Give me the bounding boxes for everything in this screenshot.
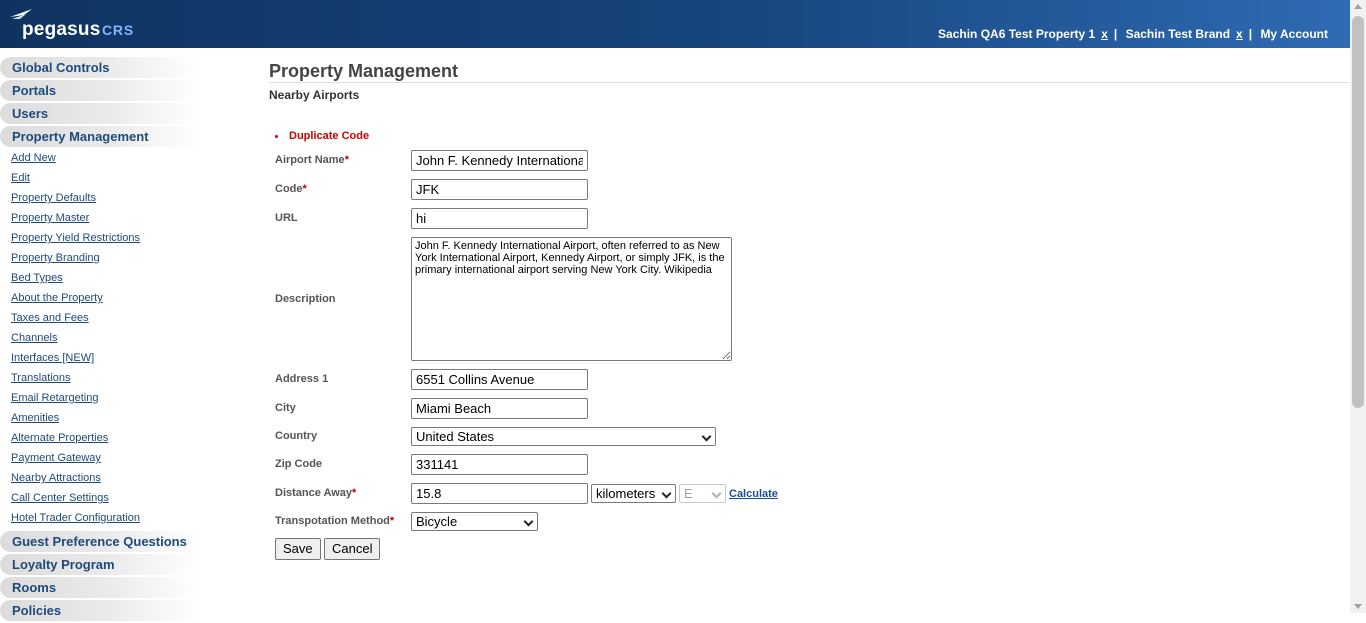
code-label: Code* (275, 183, 307, 195)
sidebar-link-translations[interactable]: Translations (11, 371, 200, 391)
sidebar-link-email-retargeting[interactable]: Email Retargeting (11, 391, 200, 411)
country-label: Country (275, 430, 318, 442)
sidebar-guest-preference-questions[interactable]: Guest Preference Questions (0, 531, 200, 552)
my-account-link[interactable]: My Account (1260, 27, 1328, 41)
transport-select[interactable]: Bicycle (411, 512, 538, 531)
sidebar-users[interactable]: Users (0, 103, 200, 124)
vertical-scrollbar[interactable] (1350, 0, 1366, 613)
country-select[interactable]: United States (411, 427, 716, 446)
required-mark: * (352, 487, 357, 499)
airport-name-label-text: Airport Name (275, 154, 345, 166)
code-label-text: Code (275, 183, 303, 195)
header-context: Sachin QA6 Test Property 1 x | Sachin Test… (938, 27, 1328, 41)
sidebar-link-about-property[interactable]: About the Property (11, 291, 200, 311)
scroll-up-icon[interactable] (1354, 4, 1362, 9)
separator: | (1248, 27, 1253, 41)
transport-selected-value: Bicycle (416, 514, 458, 529)
airport-name-input[interactable] (411, 150, 588, 171)
calculate-link[interactable]: Calculate (729, 488, 778, 500)
sidebar-link-payment-gateway[interactable]: Payment Gateway (11, 451, 200, 471)
cancel-button[interactable]: Cancel (324, 538, 381, 560)
sidebar-link-property-branding[interactable]: Property Branding (11, 251, 200, 271)
transport-label: Transpotation Method* (275, 515, 394, 527)
zip-input[interactable] (411, 454, 588, 475)
chevron-down-icon (701, 431, 712, 442)
sidebar-loyalty-program[interactable]: Loyalty Program (0, 554, 200, 575)
distance-unit-value: kilometers (596, 486, 656, 501)
sidebar-policies[interactable]: Policies (0, 600, 200, 621)
sidebar-link-bed-types[interactable]: Bed Types (11, 271, 200, 291)
property-submenu: Add New Edit Property Defaults Property … (0, 149, 200, 531)
description-label: Description (275, 293, 336, 305)
sidebar-global-controls[interactable]: Global Controls (0, 57, 200, 78)
sidebar-link-nearby-attractions[interactable]: Nearby Attractions (11, 471, 200, 491)
chevron-down-icon (523, 516, 534, 527)
distance-label: Distance Away* (275, 487, 356, 499)
airport-name-label: Airport Name* (275, 154, 349, 166)
error-text: Duplicate Code (289, 130, 370, 142)
scroll-down-icon[interactable] (1354, 604, 1362, 609)
current-brand: Sachin Test Brand (1125, 27, 1231, 41)
sidebar-rooms[interactable]: Rooms (0, 577, 200, 598)
app-header: pegasus CRS Sachin QA6 Test Property 1 x |… (0, 0, 1350, 48)
error-message: Duplicate Code (275, 130, 369, 142)
url-input[interactable] (411, 208, 588, 229)
sidebar-link-edit[interactable]: Edit (11, 171, 200, 191)
sidebar-property-management[interactable]: Property Management (0, 126, 200, 147)
direction-value: E (684, 486, 693, 501)
country-selected-value: United States (416, 429, 495, 444)
distance-label-text: Distance Away (275, 487, 353, 499)
sidebar-portals[interactable]: Portals (0, 80, 200, 101)
sidebar-link-hotel-trader[interactable]: Hotel Trader Configuration (11, 511, 200, 531)
sidebar-link-amenities[interactable]: Amenities (11, 411, 200, 431)
scrollbar-thumb[interactable] (1352, 16, 1364, 408)
description-textarea[interactable]: John F. Kennedy International Airport, o… (411, 237, 732, 361)
chevron-down-icon (711, 488, 722, 499)
sidebar-link-alternate-properties[interactable]: Alternate Properties (11, 431, 200, 451)
required-mark: * (344, 154, 349, 166)
current-property: Sachin QA6 Test Property 1 (938, 27, 1096, 41)
url-label: URL (275, 212, 298, 224)
sidebar-link-yield-restrictions[interactable]: Property Yield Restrictions (11, 231, 200, 251)
distance-unit-select[interactable]: kilometers (591, 484, 676, 503)
page-subtitle: Nearby Airports (269, 88, 360, 102)
sidebar-link-property-master[interactable]: Property Master (11, 211, 200, 231)
bullet-icon (275, 134, 278, 138)
sidebar-link-interfaces[interactable]: Interfaces [NEW] (11, 351, 200, 371)
page-title: Property Management (269, 61, 459, 81)
code-input[interactable] (411, 179, 588, 200)
direction-select: E (679, 484, 726, 503)
transport-label-text: Transpotation Method (275, 515, 390, 527)
sidebar-link-property-defaults[interactable]: Property Defaults (11, 191, 200, 211)
address1-label: Address 1 (275, 373, 329, 385)
sidebar-link-add-new[interactable]: Add New (11, 151, 200, 171)
save-button[interactable]: Save (275, 538, 321, 560)
separator: | (1113, 27, 1118, 41)
required-mark: * (389, 515, 395, 527)
title-divider (269, 82, 1350, 83)
city-label: City (275, 402, 296, 414)
sidebar-link-channels[interactable]: Channels (11, 331, 200, 351)
distance-input[interactable] (411, 483, 588, 504)
city-input[interactable] (411, 398, 588, 419)
logo-suffix: CRS (102, 22, 134, 38)
address1-input[interactable] (411, 369, 588, 390)
logo-text: pegasus (22, 19, 101, 40)
required-mark: * (302, 183, 307, 195)
close-brand-button[interactable]: x (1236, 27, 1243, 41)
zip-label: Zip Code (275, 458, 323, 470)
chevron-down-icon (661, 488, 672, 499)
sidebar-link-taxes-fees[interactable]: Taxes and Fees (11, 311, 200, 331)
sidebar-link-call-center-settings[interactable]: Call Center Settings (11, 491, 200, 511)
close-property-button[interactable]: x (1101, 27, 1108, 41)
sidebar: Global Controls Portals Users Property M… (0, 57, 200, 623)
